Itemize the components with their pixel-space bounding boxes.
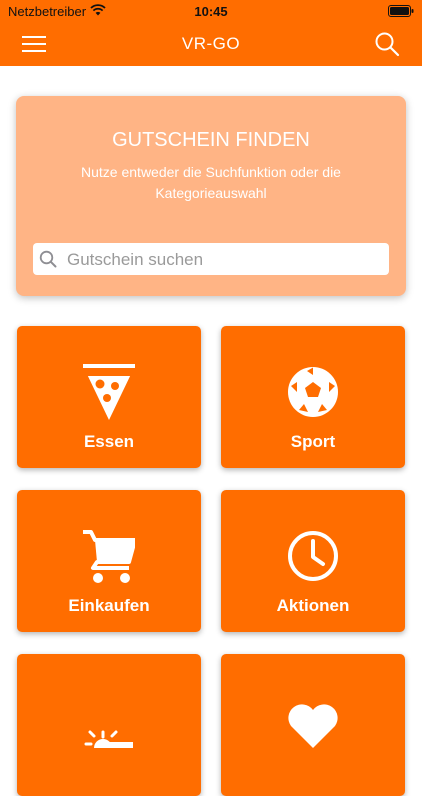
soccer-ball-icon [288,367,338,417]
category-tile-weather[interactable] [17,654,201,796]
navigation-bar: VR-GO [0,22,422,66]
category-tile-favorites[interactable] [221,654,405,796]
heart-icon [288,704,338,748]
status-bar: Netzbetreiber 10:45 [0,0,422,22]
battery-icon [388,5,414,17]
weather-icon [84,730,133,748]
category-tile-einkaufen[interactable]: Einkaufen [17,490,201,632]
category-label: Essen [83,432,135,451]
clock-time: 10:45 [194,4,228,19]
category-tile-sport[interactable]: Sport [221,326,405,468]
category-tile-essen[interactable]: Essen [17,326,201,468]
search-icon [39,250,57,268]
shopping-cart-icon [83,530,135,583]
pizza-icon [83,364,135,420]
category-tile-aktionen[interactable]: Aktionen [221,490,405,632]
hero-subtitle: Nutze entweder die Suchfunktion oder die… [81,164,341,201]
search-button[interactable] [374,31,400,57]
category-label: Aktionen [276,596,350,615]
clock-icon [288,531,338,581]
category-label: Sport [290,432,336,451]
voucher-search-input[interactable] [65,243,385,277]
voucher-search-field[interactable] [33,243,389,277]
hero-title: GUTSCHEIN FINDEN [112,129,310,151]
voucher-search-card: GUTSCHEIN FINDEN Nutze entweder die Such… [16,96,406,296]
category-label: Einkaufen [68,596,150,615]
app-title: VR-GO [181,34,241,53]
